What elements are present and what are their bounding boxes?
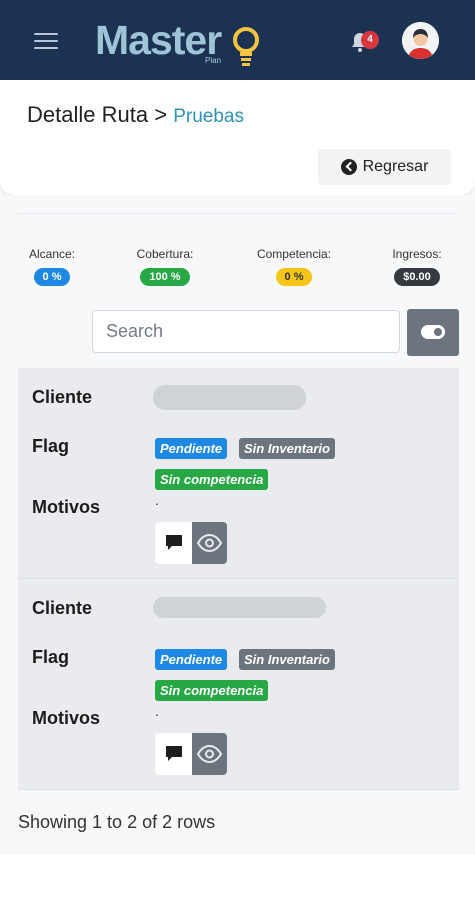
back-button-label: Regresar — [362, 158, 429, 175]
top-navbar: Master Plan 4 — [0, 0, 475, 80]
view-toggle-button[interactable] — [407, 309, 459, 356]
motivos-value: . — [155, 492, 159, 508]
breadcrumb-separator: > — [154, 102, 168, 127]
comment-button[interactable] — [155, 522, 192, 564]
pagination-info: Showing 1 to 2 of 2 rows — [18, 812, 216, 832]
table-row: Cliente Flag Pendiente Sin Inventario Si… — [18, 368, 459, 579]
comment-icon — [166, 746, 182, 761]
motivos-value: . — [155, 703, 159, 719]
stat-competencia: Competencia: 0 % — [244, 247, 344, 286]
stat-alcance: Alcance: 0 % — [2, 247, 102, 286]
logo: Master Plan — [95, 16, 265, 68]
comment-button[interactable] — [155, 733, 192, 775]
comment-icon — [166, 535, 182, 550]
view-button[interactable] — [192, 733, 227, 775]
flag-badge-sin-competencia: Sin competencia — [155, 469, 269, 490]
notification-badge: 4 — [361, 31, 379, 49]
flag-badge-pendiente: Pendiente — [155, 438, 228, 459]
motivos-label: Motivos — [32, 497, 101, 517]
chevron-left-circle-icon — [340, 159, 357, 175]
motivos-label: Motivos — [32, 708, 101, 728]
avatar-image — [402, 22, 439, 59]
back-button[interactable]: Regresar — [318, 149, 451, 185]
page-title-text: Detalle Ruta — [27, 102, 149, 127]
flag-badge-pendiente: Pendiente — [155, 649, 228, 670]
divider — [18, 213, 458, 214]
main-content: Alcance: 0 % Cobertura: 100 % Competenci… — [0, 195, 475, 855]
logo-subtitle: Plan — [205, 56, 222, 65]
cliente-label: Cliente — [32, 387, 93, 407]
cliente-value — [153, 597, 326, 618]
stat-label: Competencia: — [256, 247, 332, 261]
search-input[interactable] — [92, 310, 400, 353]
stat-cobertura: Cobertura: 100 % — [115, 247, 215, 286]
flag-label: Flag — [32, 647, 70, 667]
cliente-value — [153, 385, 306, 410]
breadcrumb-link[interactable]: Pruebas — [173, 106, 244, 127]
user-avatar[interactable] — [402, 22, 439, 59]
eye-icon — [196, 744, 223, 764]
page-header: Detalle Ruta > Pruebas Regresar — [0, 80, 475, 195]
stat-pill: 0 % — [33, 268, 71, 286]
toggle-on-icon — [421, 325, 445, 339]
stat-label: Ingresos: — [392, 247, 442, 261]
stat-pill: $0.00 — [394, 268, 440, 286]
stat-pill: 100 % — [140, 268, 190, 286]
flag-badge-sin-inventario: Sin Inventario — [239, 438, 335, 459]
stat-ingresos: Ingresos: $0.00 — [367, 247, 467, 286]
row-actions — [155, 733, 227, 775]
table-row: Cliente Flag Pendiente Sin Inventario Si… — [18, 579, 459, 790]
hamburger-icon[interactable] — [34, 32, 58, 50]
stat-label: Cobertura: — [136, 247, 194, 261]
logo-text: Master — [95, 17, 222, 63]
page-title: Detalle Ruta > Pruebas — [27, 102, 244, 128]
cliente-label: Cliente — [32, 598, 93, 618]
lightbulb-icon — [233, 27, 259, 66]
stat-pill: 0 % — [275, 268, 313, 286]
flag-label: Flag — [32, 436, 70, 456]
flag-badge-sin-competencia: Sin competencia — [155, 680, 269, 701]
eye-icon — [196, 533, 223, 553]
view-button[interactable] — [192, 522, 227, 564]
stat-label: Alcance: — [28, 247, 76, 261]
row-actions — [155, 522, 227, 564]
flag-badge-sin-inventario: Sin Inventario — [239, 649, 335, 670]
